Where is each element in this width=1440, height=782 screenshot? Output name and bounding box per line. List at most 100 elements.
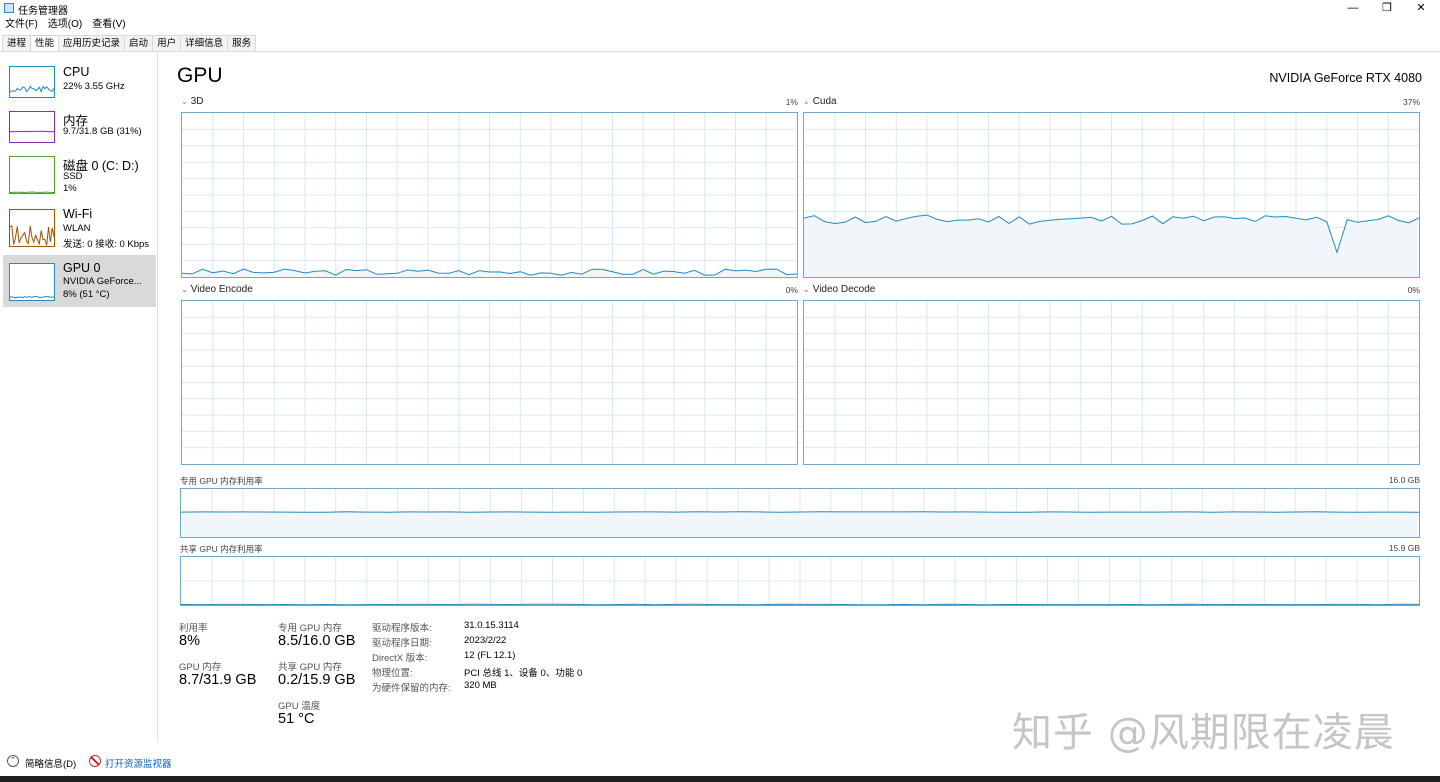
open-resource-monitor-link[interactable]: 打开资源监视器	[105, 756, 172, 770]
graph-3d	[181, 112, 798, 278]
tab-startup[interactable]: 启动	[124, 35, 154, 51]
usage-area	[804, 215, 1419, 277]
shared-gpu-memory-label: 共享 GPU 内存	[278, 662, 342, 673]
hardware-reserved-memory-label: 为硬件保留的内存:	[372, 683, 451, 694]
fewer-details-link[interactable]: 简略信息(D)	[25, 756, 76, 770]
watermark: 知乎 @风期限在凌晨	[1012, 710, 1395, 756]
tab-users[interactable]: 用户	[152, 35, 182, 51]
sidebar-item-memory[interactable]: 内存 9.7/31.8 GB (31%)	[3, 107, 156, 147]
shared-memory-capacity: 15.9 GB	[1388, 543, 1420, 553]
window-title: 任务管理器	[18, 6, 68, 17]
chevron-down-icon: ⌄	[803, 97, 810, 106]
directx-version-value: 12 (FL 12.1)	[464, 650, 516, 661]
sidebar-item-name: CPU	[63, 65, 90, 79]
directx-version-label: DirectX 版本:	[372, 653, 428, 664]
engine-label: Cuda	[812, 96, 837, 107]
engine-selector-3d[interactable]: ⌄ 3D	[181, 96, 204, 107]
thumbnail-sparkline	[10, 85, 54, 93]
graph-grid	[182, 301, 797, 464]
thumbnail-line	[10, 130, 54, 133]
driver-version-label: 驱动程序版本:	[372, 623, 432, 634]
sidebar-item-detail: NVIDIA GeForce...	[63, 276, 142, 287]
gpu-model-name: NVIDIA GeForce RTX 4080	[1269, 71, 1422, 85]
usage-line	[181, 511, 1419, 513]
chevron-down-icon: ⌄	[181, 285, 188, 294]
dedicated-gpu-memory-value: 8.5/16.0 GB	[278, 633, 356, 649]
sidebar-item-gpu[interactable]: GPU 0 NVIDIA GeForce... 8% (51 °C)	[3, 255, 156, 307]
engine-percent: 0%	[785, 285, 798, 295]
engine-label: 3D	[190, 96, 204, 107]
sidebar-item-detail-2: 发送: 0 接收: 0 Kbps	[63, 239, 150, 250]
tab-app-history[interactable]: 应用历史记录	[58, 35, 126, 51]
chevron-down-icon: ⌄	[803, 285, 810, 294]
bottom-edge	[0, 776, 1440, 782]
memory-thumbnail-graph	[9, 111, 55, 143]
page-title: GPU	[177, 64, 223, 87]
tab-bar: 进程 性能 应用历史记录 启动 用户 详细信息 服务	[2, 35, 257, 52]
sidebar-item-name: GPU 0	[63, 261, 101, 275]
sidebar-item-cpu[interactable]: CPU 22% 3.55 GHz	[3, 62, 156, 102]
graph-grid	[804, 301, 1419, 464]
gpu-memory-value: 8.7/31.9 GB	[179, 672, 257, 688]
thumbnail-sparkline	[10, 295, 54, 299]
engine-label: Video Encode	[190, 284, 253, 295]
menu-options[interactable]: 选项(O)	[48, 17, 82, 32]
thumbnail-sparkline	[10, 225, 54, 246]
driver-date-value: 2023/2/22	[464, 635, 507, 646]
tab-details[interactable]: 详细信息	[180, 35, 229, 51]
graph-video-encode	[181, 300, 798, 465]
driver-version-value: 31.0.15.3114	[464, 620, 519, 631]
gpu-temperature-label: GPU 温度	[278, 701, 321, 712]
engine-percent: 1%	[785, 97, 798, 107]
graph-grid	[181, 489, 1419, 537]
tab-divider	[0, 51, 1440, 52]
thumbnail-line	[10, 191, 54, 193]
driver-date-label: 驱动程序日期:	[372, 638, 432, 649]
cpu-thumbnail-graph	[9, 66, 55, 98]
thumbnail-sparkline	[10, 130, 54, 133]
gpu-memory-label: GPU 内存	[179, 662, 222, 673]
thumbnail-line	[10, 295, 54, 299]
disk-thumbnail-graph	[9, 156, 55, 194]
minimize-button[interactable]: —	[1336, 0, 1370, 16]
graph-video-decode	[803, 300, 1420, 465]
wifi-thumbnail-graph	[9, 209, 55, 247]
graph-grid	[182, 113, 797, 277]
sidebar-item-detail: WLAN	[63, 223, 91, 234]
menu-bar: 文件(F) 选项(O) 查看(V)	[0, 17, 126, 32]
menu-file[interactable]: 文件(F)	[5, 17, 38, 32]
graph-grid	[181, 557, 1419, 605]
engine-selector-cuda[interactable]: ⌄ Cuda	[803, 96, 837, 107]
dedicated-gpu-memory-label: 专用 GPU 内存	[278, 623, 342, 634]
engine-percent: 37%	[1402, 97, 1420, 107]
graph-dedicated-memory	[180, 488, 1420, 538]
sidebar-item-name: Wi-Fi	[63, 207, 93, 221]
dedicated-memory-capacity: 16.0 GB	[1388, 475, 1420, 485]
thumbnail-line	[10, 225, 54, 246]
sidebar-item-detail: 9.7/31.8 GB (31%)	[63, 126, 142, 137]
usage-area	[181, 511, 1419, 537]
tab-processes[interactable]: 进程	[2, 35, 32, 51]
sidebar-item-detail-2: 1%	[63, 183, 77, 194]
tab-services[interactable]: 服务	[227, 35, 257, 51]
sidebar-item-wifi[interactable]: Wi-Fi WLAN 发送: 0 接收: 0 Kbps	[3, 204, 156, 250]
sidebar-item-disk[interactable]: 磁盘 0 (C: D:) SSD 1%	[3, 152, 156, 198]
shared-memory-label: 共享 GPU 内存利用率	[180, 544, 263, 554]
shared-gpu-memory-value: 0.2/15.9 GB	[278, 672, 356, 688]
sidebar-item-detail-2: 8% (51 °C)	[63, 289, 110, 300]
hardware-reserved-memory-value: 320 MB	[464, 680, 497, 691]
title-bar: 任务管理器 — ❐ ✕	[0, 0, 1440, 17]
engine-selector-video-decode[interactable]: ⌄ Video Decode	[803, 284, 875, 295]
engine-selector-video-encode[interactable]: ⌄ Video Encode	[181, 284, 253, 295]
chevron-down-icon: ⌄	[181, 97, 188, 106]
physical-location-value: PCI 总线 1、设备 0、功能 0	[464, 668, 583, 679]
graph-cuda	[803, 112, 1420, 278]
menu-view[interactable]: 查看(V)	[92, 17, 125, 32]
engine-label: Video Decode	[812, 284, 876, 295]
restore-button[interactable]: ❐	[1370, 0, 1404, 16]
footer-bar: ⌃ 简略信息(D) 打开资源监视器	[0, 752, 1440, 772]
close-button[interactable]: ✕	[1404, 0, 1438, 16]
chevron-up-icon[interactable]: ⌃	[7, 755, 19, 767]
tab-performance[interactable]: 性能	[30, 35, 60, 52]
dedicated-memory-label: 专用 GPU 内存利用率	[180, 476, 263, 486]
